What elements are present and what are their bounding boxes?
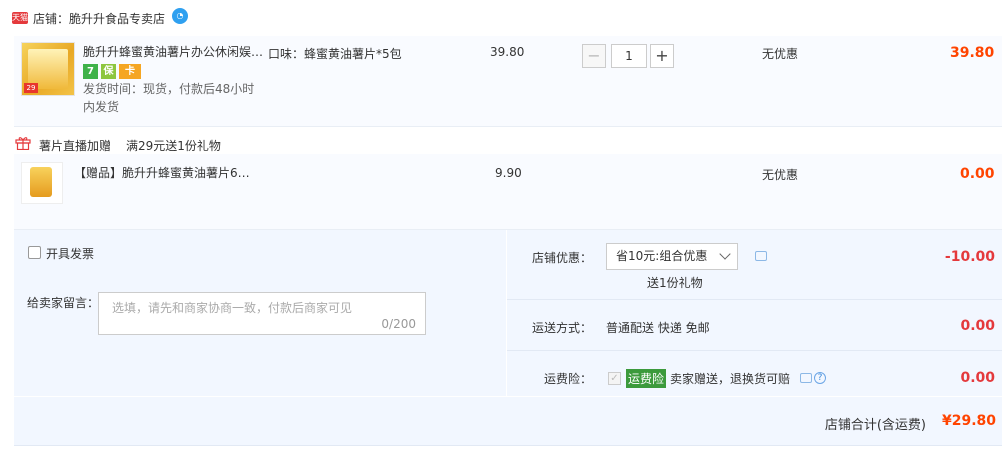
tmall-logo-icon: 天猫 xyxy=(12,12,28,24)
quantity-input[interactable]: 1 xyxy=(611,44,647,68)
store-total-row: 店铺合计(含运费) ¥29.80 xyxy=(14,397,1002,446)
seven-day-return-icon[interactable]: 7 xyxy=(83,64,98,79)
ship-time-line2: 内发货 xyxy=(83,100,120,114)
help-icon[interactable]: ? xyxy=(814,372,826,384)
message-label: 给卖家留言： xyxy=(27,296,100,310)
invoice-label: 开具发票 xyxy=(46,247,95,261)
product-title-link[interactable]: 【赠品】脆升升蜂蜜黄油薯片6… xyxy=(74,164,250,182)
store-header: 天猫 店铺：脆升升食品专卖店 ◔ xyxy=(0,0,1008,36)
divider xyxy=(507,350,1002,351)
discount-comment-icon[interactable] xyxy=(755,251,767,261)
seller-message-textarea[interactable]: 选填，请先和商家协商一致，付款后商家可见 0/200 xyxy=(98,292,426,335)
shipping-value: 普通配送 快递 免邮 xyxy=(606,321,710,335)
product-thumbnail[interactable] xyxy=(21,162,63,204)
gift-promotion-header: 薯片直播加赠 满29元送1份礼物 xyxy=(14,127,1002,153)
shipping-label: 运送方式： xyxy=(532,321,593,335)
discount-label: 店铺优惠： xyxy=(532,251,593,265)
item-subtotal: 0.00 xyxy=(960,166,995,182)
chevron-down-icon xyxy=(719,248,731,260)
shipping-amount: 0.00 xyxy=(960,318,995,334)
store-total-label: 店铺合计(含运费) xyxy=(824,418,926,433)
quantity-increase-button[interactable]: + xyxy=(650,44,674,68)
message-placeholder: 选填，请先和商家协商一致，付款后商家可见 xyxy=(112,301,353,315)
ship-time-line1: 发货时间：现货，付款后48小时 xyxy=(83,82,255,96)
divider xyxy=(507,299,1002,300)
insurance-label: 运费险： xyxy=(544,372,593,386)
product-thumbnail[interactable]: 29 xyxy=(21,42,75,96)
gift-rule: 满29元送1份礼物 xyxy=(126,139,221,153)
unit-price: 9.90 xyxy=(495,166,522,180)
store-name-link[interactable]: 店铺：脆升升食品专卖店 xyxy=(33,10,165,27)
discount-selected: 省10元:组合优惠 xyxy=(616,249,708,263)
cart-item-row: 【赠品】脆升升蜂蜜黄油薯片6… 9.90 无优惠 0.00 xyxy=(14,154,1002,230)
message-counter: 0/200 xyxy=(381,317,416,331)
invoice-checkbox[interactable] xyxy=(28,246,41,259)
quantity-decrease-button[interactable]: − xyxy=(582,44,606,68)
store-total-value: ¥29.80 xyxy=(941,413,996,429)
item-promo: 无优惠 xyxy=(762,168,799,182)
product-title-link[interactable]: 脆升升蜂蜜黄油薯片办公休闲娱… xyxy=(83,43,263,61)
credit-card-icon[interactable]: 卡 xyxy=(119,64,141,79)
order-summary-panel: 店铺优惠： 送1份礼物 -10.00 运送方式： 普通配送 快递 免邮 0.00… xyxy=(507,230,1002,396)
service-icons: 7 保 卡 xyxy=(83,64,141,79)
insurance-comment-icon[interactable] xyxy=(800,373,812,383)
store-discount-select[interactable]: 省10元:组合优惠 xyxy=(606,243,738,270)
guarantee-icon[interactable]: 保 xyxy=(101,64,116,79)
cart-item-row: 29 脆升升蜂蜜黄油薯片办公休闲娱… 口味：蜂蜜黄油薯片*5包 7 保 卡 发货… xyxy=(14,36,1002,127)
discount-amount: -10.00 xyxy=(944,249,995,265)
discount-note: 送1份礼物 xyxy=(647,276,703,290)
chat-seller-icon[interactable]: ◔ xyxy=(172,8,188,24)
product-sku: 口味：蜂蜜黄油薯片*5包 xyxy=(268,47,402,61)
gift-name: 薯片直播加赠 xyxy=(39,139,112,153)
insurance-checkbox[interactable]: ✓ xyxy=(608,372,621,385)
insurance-badge: 运费险 xyxy=(626,369,667,388)
insurance-amount: 0.00 xyxy=(960,370,995,386)
item-promo: 无优惠 xyxy=(762,47,799,61)
item-subtotal: 39.80 xyxy=(950,45,995,61)
unit-price: 39.80 xyxy=(490,45,525,59)
gift-icon xyxy=(15,137,31,150)
insurance-text: 卖家赠送，退换货可赔 xyxy=(670,372,791,386)
